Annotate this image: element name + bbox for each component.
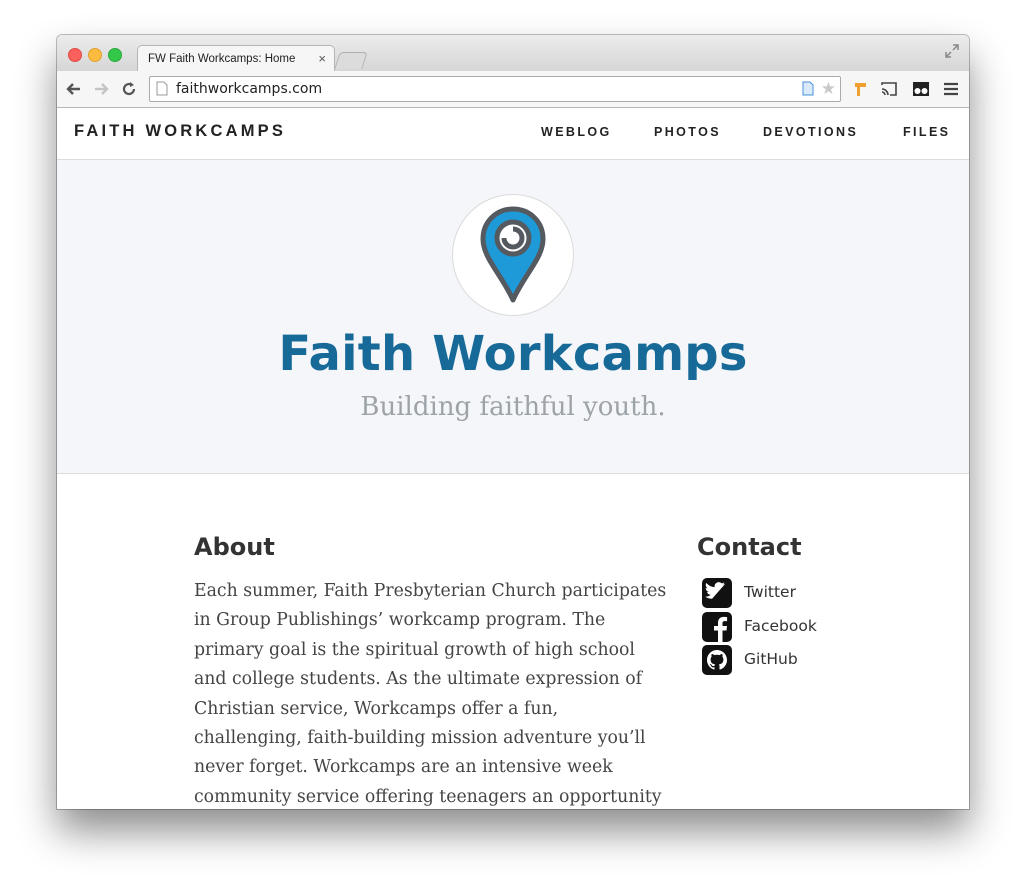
url-text: faithworkcamps.com: [176, 81, 323, 97]
nav-weblog[interactable]: WEBLOG: [541, 125, 612, 139]
contact-github[interactable]: GitHub: [697, 645, 917, 679]
contact-twitter[interactable]: Twitter: [697, 578, 917, 612]
contact-facebook-label: Facebook: [744, 616, 817, 635]
contact-facebook[interactable]: Facebook: [697, 611, 917, 646]
extension-glasses-icon[interactable]: [912, 81, 930, 97]
new-tab-button[interactable]: [334, 52, 368, 69]
about-section: About Each summer, Faith Presbyterian Ch…: [194, 533, 669, 809]
twitter-icon: [702, 578, 732, 608]
brand-link[interactable]: FAITH WORKCAMPS: [74, 122, 286, 141]
page-icon: [156, 81, 168, 96]
zoom-window-button[interactable]: [108, 48, 122, 62]
tab-title: FW Faith Workcamps: Home: [148, 53, 296, 65]
bookmark-star-icon[interactable]: ★: [821, 79, 836, 99]
contact-section: Contact Twitter Facebook GitHub: [697, 533, 917, 679]
close-window-button[interactable]: [68, 48, 82, 62]
minimize-window-button[interactable]: [88, 48, 102, 62]
reload-icon[interactable]: [120, 80, 138, 98]
hero-subtitle: Building faithful youth.: [360, 392, 666, 422]
menu-icon[interactable]: [942, 81, 960, 97]
contact-github-label: GitHub: [744, 650, 798, 668]
browser-window: FW Faith Workcamps: Home × faithworkcamp…: [57, 35, 969, 809]
map-pin-logo-icon: [480, 206, 546, 303]
contact-twitter-label: Twitter: [744, 583, 796, 601]
github-icon: [702, 645, 732, 675]
website: FAITH WORKCAMPS WEBLOG PHOTOS DEVOTIONS …: [57, 108, 969, 809]
extension-icon[interactable]: [852, 81, 870, 97]
nav-files[interactable]: FILES: [903, 125, 950, 139]
nav-photos[interactable]: PHOTOS: [654, 125, 721, 139]
cast-icon[interactable]: [880, 81, 898, 97]
tab-home[interactable]: FW Faith Workcamps: Home ×: [137, 45, 335, 73]
hero-title: Faith Workcamps: [278, 326, 748, 382]
about-title: About: [194, 533, 275, 561]
tab-bar: FW Faith Workcamps: Home ×: [57, 35, 969, 73]
document-icon[interactable]: [802, 81, 814, 96]
nav-devotions[interactable]: DEVOTIONS: [763, 125, 858, 139]
site-navbar: FAITH WORKCAMPS WEBLOG PHOTOS DEVOTIONS …: [57, 108, 969, 160]
about-body: Each summer, Faith Presbyterian Church p…: [194, 581, 667, 807]
contact-title: Contact: [697, 533, 802, 561]
hero-section: Faith Workcamps Building faithful youth.: [57, 160, 969, 474]
forward-arrow-icon[interactable]: [92, 80, 110, 98]
back-arrow-icon[interactable]: [65, 80, 83, 98]
browser-toolbar: faithworkcamps.com ★: [57, 71, 969, 108]
address-bar[interactable]: faithworkcamps.com ★: [149, 76, 841, 102]
fullscreen-icon[interactable]: [945, 44, 959, 58]
logo: [452, 194, 574, 316]
facebook-icon: [702, 611, 732, 642]
tab-close-icon[interactable]: ×: [318, 51, 326, 66]
